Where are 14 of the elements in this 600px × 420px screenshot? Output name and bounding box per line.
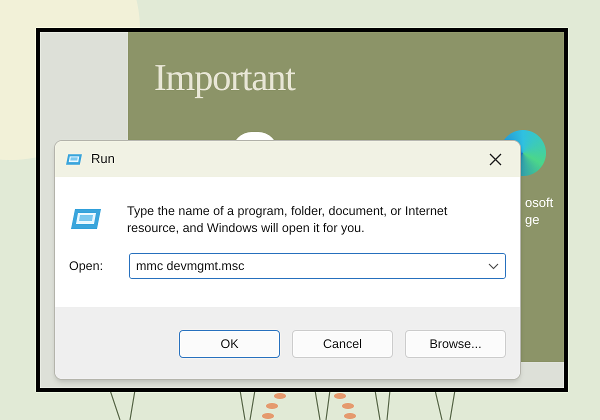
desktop-icon-label: ge — [525, 211, 540, 228]
desktop-icon-label: osoft — [525, 194, 554, 211]
close-icon — [488, 152, 502, 166]
run-icon — [69, 207, 103, 231]
open-field[interactable]: mmc devmgmt.msc — [129, 253, 506, 279]
dialog-button[interactable]: Cancel — [292, 330, 393, 358]
dialog-title: Run — [91, 150, 115, 168]
dialog-button[interactable]: OK — [179, 330, 280, 358]
dropdown-caret-icon — [488, 263, 499, 270]
desktop-heading: Important — [154, 56, 295, 101]
open-label: Open: — [69, 258, 104, 275]
run-icon — [65, 152, 83, 166]
dialog-message: Type the name of a program, folder, document, or Internet resource, and Windows will open it for you. — [127, 203, 448, 237]
dialog-button[interactable]: Browse... — [405, 330, 506, 358]
